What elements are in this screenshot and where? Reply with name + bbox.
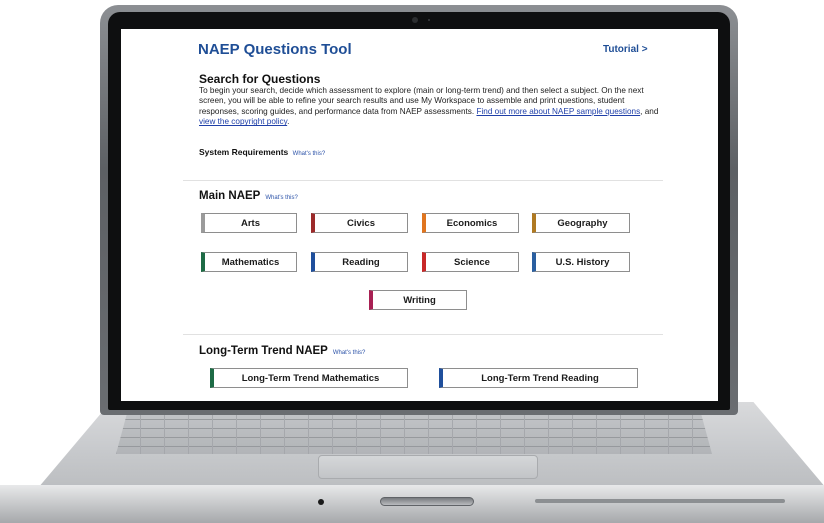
intro-paragraph: To begin your search, decide which asses… bbox=[199, 86, 659, 128]
divider bbox=[183, 180, 663, 181]
camera-icon bbox=[412, 17, 418, 23]
subject-button-geography[interactable]: Geography bbox=[532, 213, 630, 233]
sample-questions-link[interactable]: Find out more about NAEP sample question… bbox=[476, 107, 640, 116]
main-naep-whats-this-link[interactable]: What's this? bbox=[265, 195, 298, 201]
keyboard bbox=[116, 410, 712, 454]
subject-button-arts[interactable]: Arts bbox=[201, 213, 297, 233]
long-term-trend-heading: Long-Term Trend NAEP What's this? bbox=[199, 345, 365, 357]
lid-latch bbox=[380, 497, 474, 506]
subject-button-ltt-mathematics[interactable]: Long-Term Trend Mathematics bbox=[210, 368, 408, 388]
subject-button-ltt-reading[interactable]: Long-Term Trend Reading bbox=[439, 368, 638, 388]
laptop-screen: NAEP Questions Tool Tutorial > Search fo… bbox=[121, 29, 718, 401]
subject-button-reading[interactable]: Reading bbox=[311, 252, 408, 272]
main-naep-heading: Main NAEP What's this? bbox=[199, 190, 298, 202]
camera-light-icon bbox=[428, 19, 430, 21]
divider bbox=[183, 334, 663, 335]
intro-end: . bbox=[287, 117, 290, 127]
main-naep-label: Main NAEP bbox=[199, 190, 261, 202]
long-term-trend-whats-this-link[interactable]: What's this? bbox=[333, 350, 366, 356]
subject-button-science[interactable]: Science bbox=[422, 252, 519, 272]
subject-button-writing[interactable]: Writing bbox=[369, 290, 467, 310]
subject-button-mathematics[interactable]: Mathematics bbox=[201, 252, 297, 272]
system-requirements-whats-this-link[interactable]: What's this? bbox=[293, 151, 326, 157]
tutorial-link[interactable]: Tutorial > bbox=[603, 44, 648, 55]
system-requirements-label: System Requirements bbox=[199, 147, 289, 157]
intro-connector: , and bbox=[640, 106, 659, 116]
search-heading: Search for Questions bbox=[199, 72, 321, 86]
subject-button-economics[interactable]: Economics bbox=[422, 213, 519, 233]
subject-button-civics[interactable]: Civics bbox=[311, 213, 408, 233]
page-title: NAEP Questions Tool bbox=[198, 41, 352, 58]
speaker-vent bbox=[535, 499, 785, 503]
copyright-link[interactable]: view the copyright policy bbox=[199, 117, 287, 126]
system-requirements: System Requirements What's this? bbox=[199, 147, 325, 157]
trackpad bbox=[318, 455, 538, 479]
long-term-trend-label: Long-Term Trend NAEP bbox=[199, 345, 328, 357]
subject-button-us-history[interactable]: U.S. History bbox=[532, 252, 630, 272]
power-indicator-icon bbox=[318, 499, 324, 505]
